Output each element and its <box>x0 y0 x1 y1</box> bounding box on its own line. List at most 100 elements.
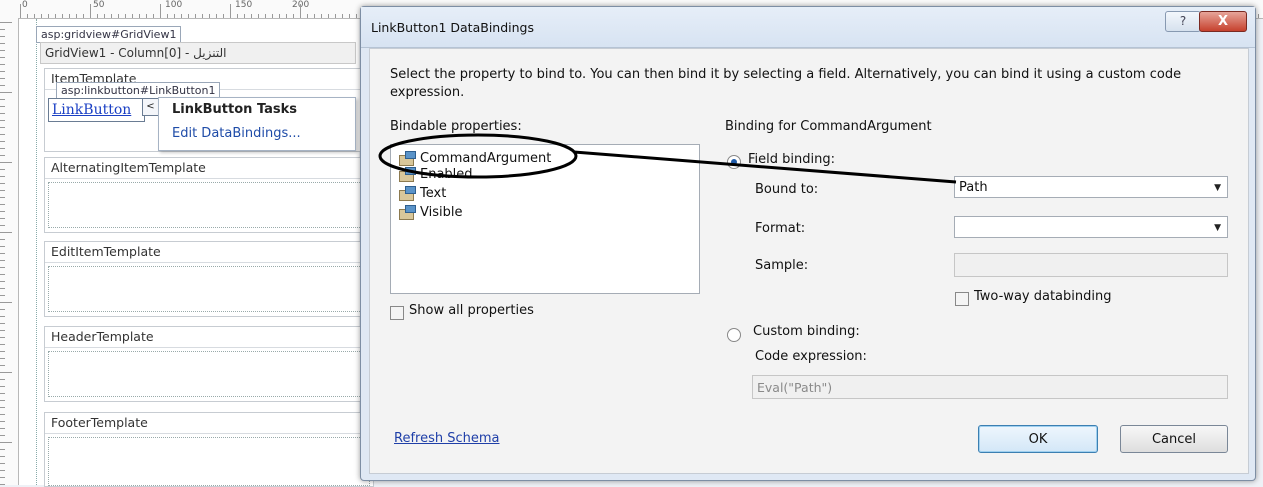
ruler-tick <box>230 4 231 18</box>
bindable-properties-label: Bindable properties: <box>390 119 522 134</box>
linkbutton-control[interactable]: LinkButton <box>48 98 145 122</box>
ruler-tick <box>27 14 28 18</box>
ruler-tick <box>0 379 5 380</box>
ruler-tick <box>251 14 252 18</box>
cancel-button[interactable]: Cancel <box>1120 425 1228 453</box>
ruler-tick <box>0 309 5 310</box>
ruler-tick <box>0 337 5 338</box>
bound-to-dropdown[interactable]: Path ▼ <box>954 176 1228 198</box>
dialog-titlebar[interactable]: LinkButton1 DataBindings ? X <box>361 7 1255 48</box>
footer-template-panel: FooterTemplate <box>44 412 374 487</box>
ruler-tick <box>0 190 5 191</box>
ruler-tick <box>97 14 98 18</box>
bindable-properties-list[interactable]: CommandArgument Enabled Text Visible <box>390 144 700 294</box>
ruler-tick <box>188 14 189 18</box>
ruler-tick <box>0 120 5 121</box>
ruler-tick <box>34 14 35 18</box>
sample-field[interactable] <box>954 253 1228 277</box>
ruler-tick <box>0 71 5 72</box>
ruler-tick <box>0 456 5 457</box>
vertical-ruler <box>0 18 19 485</box>
ruler-tick <box>132 14 133 18</box>
ruler-tick <box>0 50 5 51</box>
code-expression-field[interactable]: Eval("Path") <box>752 375 1228 399</box>
ruler-tick <box>0 295 5 296</box>
code-expression-label: Code expression: <box>755 349 867 364</box>
ruler-tick <box>0 246 5 247</box>
ruler-tick <box>0 127 5 128</box>
ruler-tick <box>0 232 12 233</box>
list-item[interactable]: Enabled <box>399 165 473 185</box>
two-way-databinding-checkbox[interactable] <box>955 292 969 306</box>
ruler-tick <box>104 14 105 18</box>
ruler-tick <box>258 14 259 18</box>
ruler-tick <box>0 365 5 366</box>
bound-to-label: Bound to: <box>755 182 819 197</box>
ruler-tick <box>0 386 5 387</box>
property-icon <box>399 167 416 182</box>
ruler-tick <box>0 57 5 58</box>
ruler-tick <box>335 14 336 18</box>
ruler-tick <box>111 14 112 18</box>
ruler-tick <box>0 351 5 352</box>
binding-for-label: Binding for CommandArgument <box>725 119 932 134</box>
ruler-tick <box>83 14 84 18</box>
ruler-tick <box>0 176 5 177</box>
ok-button[interactable]: OK <box>978 425 1098 453</box>
ruler-tick <box>356 14 357 18</box>
ruler-tick <box>0 463 5 464</box>
ruler-tick <box>48 14 49 18</box>
ruler-tick <box>0 281 5 282</box>
ruler-tick <box>146 14 147 18</box>
field-binding-radio[interactable] <box>727 155 741 169</box>
ruler-tick <box>0 260 5 261</box>
ruler-tick <box>0 358 5 359</box>
ruler-tick <box>202 14 203 18</box>
list-item[interactable]: Visible <box>399 203 462 223</box>
ruler-tick <box>0 148 5 149</box>
ruler-tick <box>0 141 5 142</box>
refresh-schema-link[interactable]: Refresh Schema <box>394 431 500 446</box>
gridview-column-header: GridView1 - Column[0] - التنزيل <box>40 42 356 64</box>
ruler-tick <box>0 372 12 373</box>
ruler-tick <box>0 407 5 408</box>
ruler-tick <box>181 14 182 18</box>
sample-label: Sample: <box>755 258 809 273</box>
ruler-tick <box>279 14 280 18</box>
ruler-tick <box>300 4 301 18</box>
two-way-databinding-label: Two-way databinding <box>974 289 1112 304</box>
ruler-tick <box>272 14 273 18</box>
alternating-template-panel: AlternatingItemTemplate <box>44 157 374 233</box>
header-template-panel: HeaderTemplate <box>44 326 374 402</box>
chevron-down-icon: ▼ <box>1214 223 1221 233</box>
list-item[interactable]: Text <box>399 184 446 204</box>
ruler-number: 50 <box>93 0 105 10</box>
ruler-tick <box>167 14 168 18</box>
ruler-tick <box>153 14 154 18</box>
ruler-tick <box>265 14 266 18</box>
ruler-tick <box>0 183 5 184</box>
smart-tag-chevron-icon[interactable]: < <box>142 98 159 116</box>
ruler-tick <box>328 14 329 18</box>
ruler-tick <box>0 449 5 450</box>
gridview-tag[interactable]: asp:gridview#GridView1 <box>36 26 182 43</box>
ruler-tick <box>0 64 5 65</box>
ruler-tick <box>244 14 245 18</box>
custom-binding-radio[interactable] <box>727 328 741 342</box>
close-button[interactable]: X <box>1199 11 1247 32</box>
ruler-tick <box>41 14 42 18</box>
ruler-tick <box>0 134 5 135</box>
property-icon <box>399 151 416 166</box>
show-all-properties-checkbox[interactable] <box>390 306 404 320</box>
ruler-tick <box>0 323 5 324</box>
ruler-tick <box>0 92 12 93</box>
ruler-tick <box>0 225 5 226</box>
ruler-tick <box>0 477 5 478</box>
edit-databindings-link[interactable]: Edit DataBindings... <box>172 126 301 141</box>
linkbutton-tasks-panel: LinkButton Tasks Edit DataBindings... <box>158 97 356 151</box>
ruler-tick <box>0 99 5 100</box>
ruler-tick <box>160 4 161 18</box>
help-button[interactable]: ? <box>1165 11 1201 32</box>
ruler-tick <box>69 14 70 18</box>
format-dropdown[interactable]: ▼ <box>954 216 1228 238</box>
